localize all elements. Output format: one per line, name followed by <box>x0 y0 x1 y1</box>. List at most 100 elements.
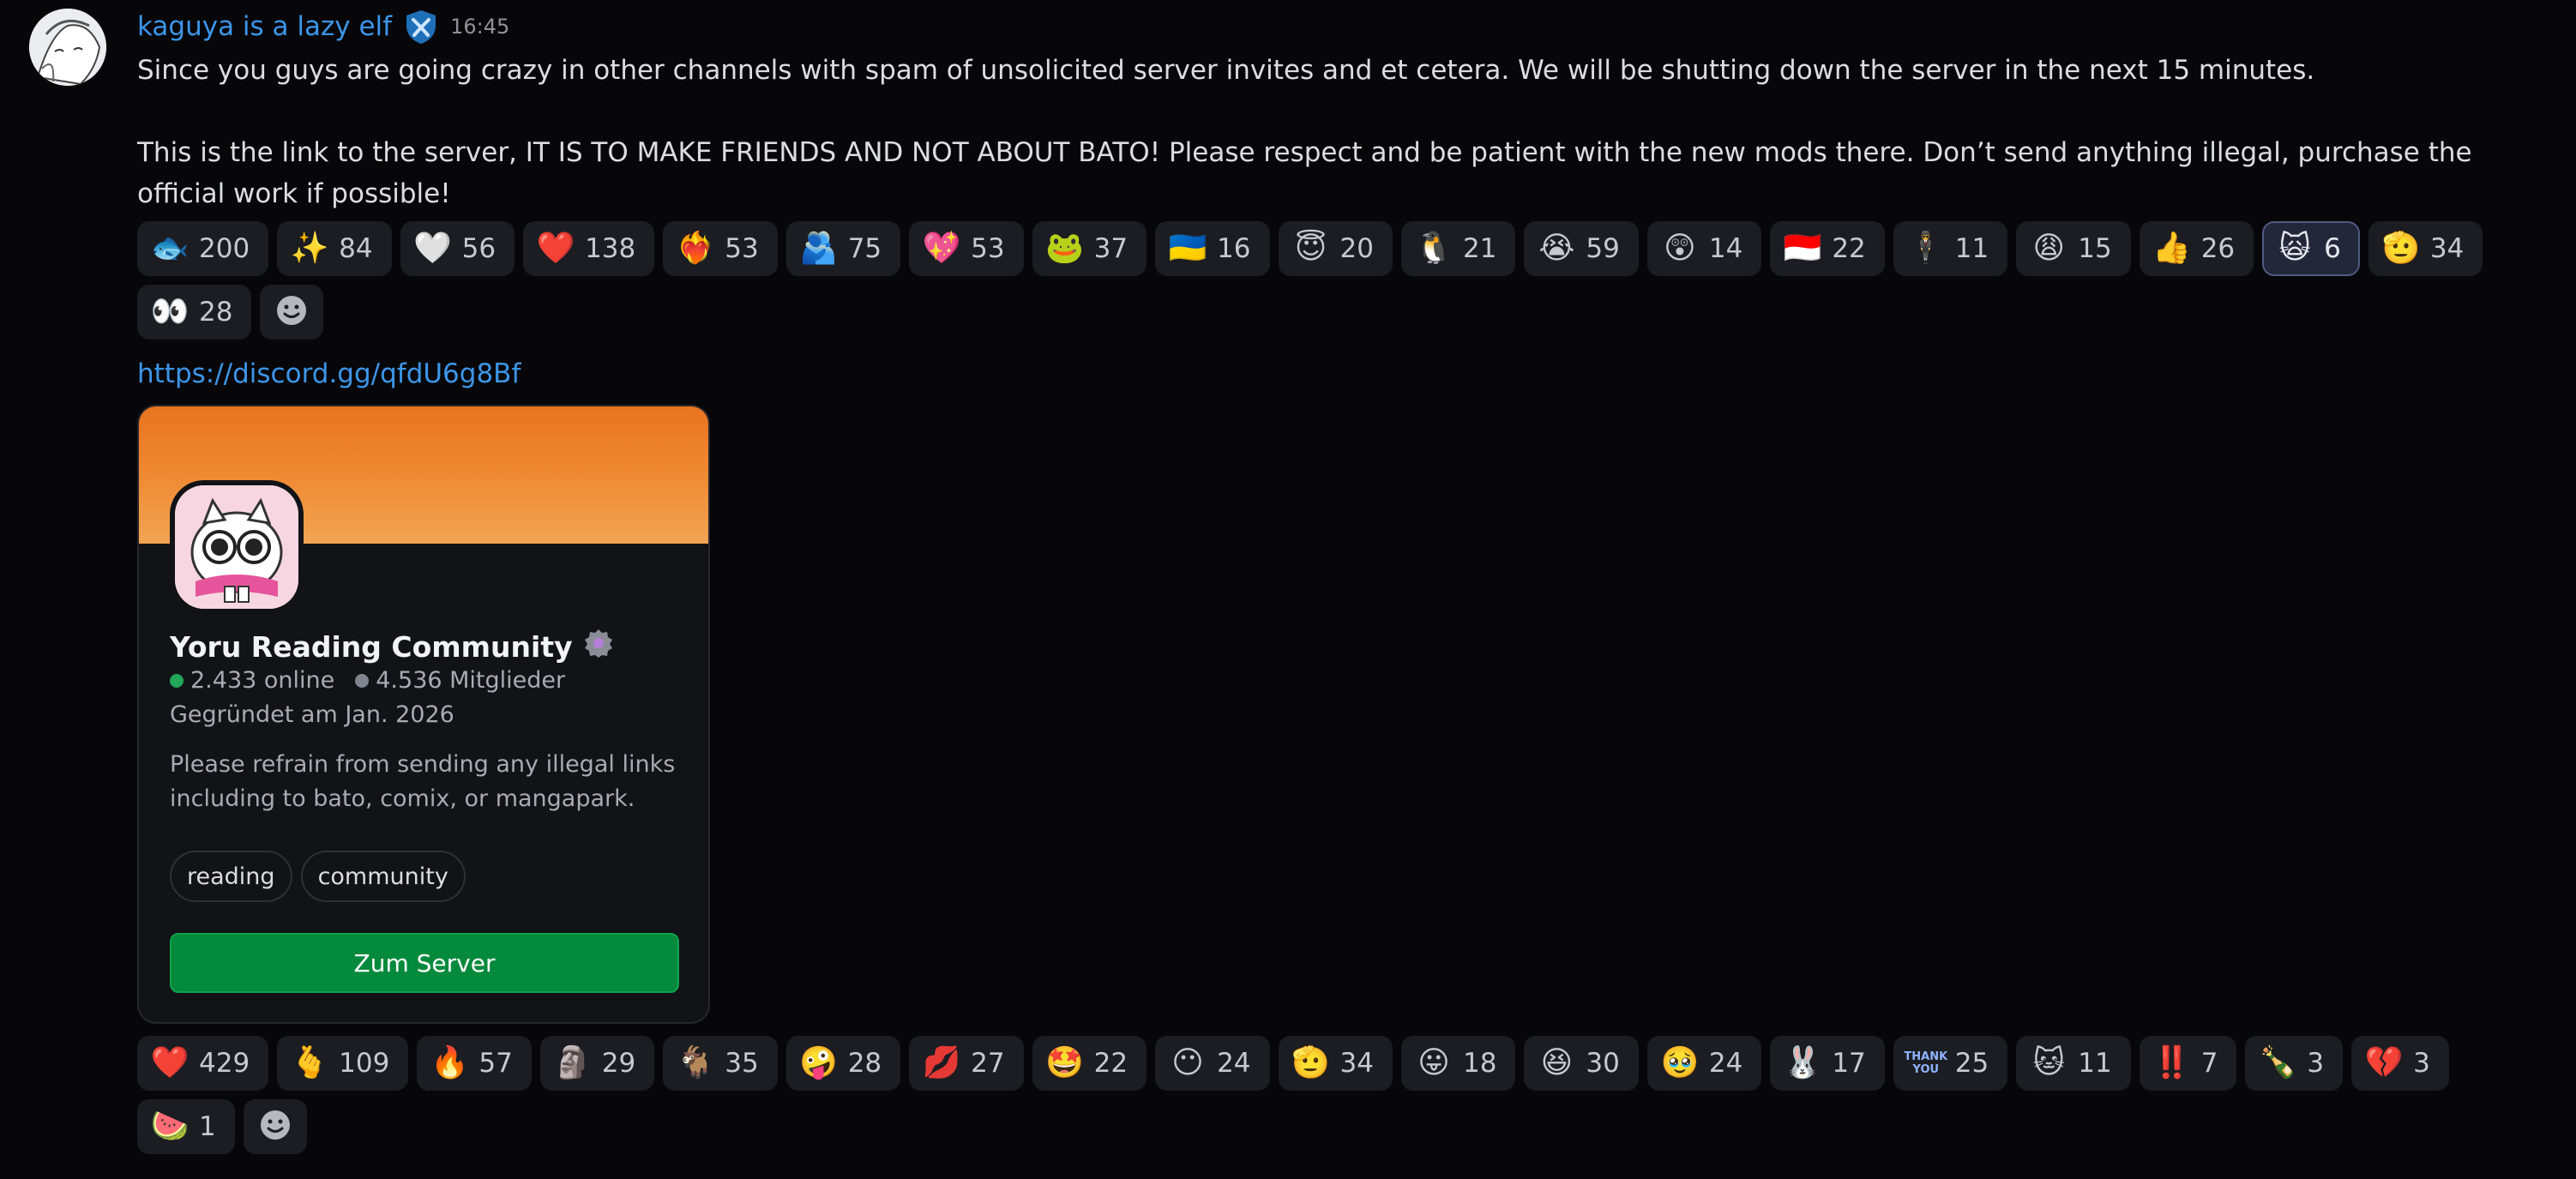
reaction-emoji-icon: 😇 <box>1294 231 1327 266</box>
reaction-button[interactable]: 🍉 1 <box>137 1099 235 1154</box>
reaction-button[interactable]: ❤️ 429 <box>137 1036 269 1091</box>
reaction-emoji-icon: 🐧 <box>1414 231 1454 266</box>
reaction-button[interactable]: 🐧 21 <box>1400 221 1516 276</box>
reaction-emoji-icon: 🙀 <box>2278 231 2311 266</box>
message-line-2: This is the link to the server, IT IS TO… <box>137 137 2472 209</box>
server-icon[interactable] <box>170 480 304 614</box>
reaction-button[interactable]: 🐐 35 <box>663 1036 778 1091</box>
reaction-button[interactable]: 🫡 34 <box>1278 1036 1393 1091</box>
reaction-count: 20 <box>1339 233 1374 264</box>
reaction-button[interactable]: 😶 24 <box>1155 1036 1270 1091</box>
reaction-emoji-icon: 😲 <box>1664 231 1696 266</box>
message-content: Since you guys are going crazy in other … <box>137 50 2487 214</box>
reaction-button[interactable]: 🫰 109 <box>277 1036 409 1091</box>
reaction-emoji-icon: 🐱 <box>2032 1045 2065 1080</box>
reaction-button[interactable]: ✨ 84 <box>277 221 392 276</box>
reaction-button[interactable]: 👀 28 <box>137 285 252 340</box>
reaction-button[interactable]: ❤️‍🔥 53 <box>663 221 778 276</box>
reaction-emoji-icon: 👍 <box>2152 231 2192 266</box>
reaction-button[interactable]: ‼️ 7 <box>2139 1036 2237 1091</box>
reaction-button[interactable]: 🔥 57 <box>417 1036 532 1091</box>
reaction-count: 22 <box>1093 1048 1129 1079</box>
reaction-count: 26 <box>2200 233 2236 264</box>
reaction-count: 200 <box>199 233 250 264</box>
reaction-button[interactable]: 🐱 11 <box>2016 1036 2131 1091</box>
reaction-emoji-icon: 💔 <box>2364 1045 2404 1080</box>
reaction-button[interactable]: 💖 53 <box>909 221 1024 276</box>
server-stats: 2.433 online 4.536 Mitglieder <box>170 667 565 694</box>
reaction-emoji-icon: 🤩 <box>1045 1045 1085 1080</box>
reaction-button[interactable]: 🤪 28 <box>785 1036 901 1091</box>
reaction-button[interactable]: 🤍 56 <box>400 221 515 276</box>
reaction-emoji-icon: 😆 <box>1540 1045 1574 1080</box>
reaction-button[interactable]: 😩 15 <box>2016 221 2131 276</box>
reaction-emoji-icon: 🕴️ <box>1906 231 1946 266</box>
join-server-button[interactable]: Zum Server <box>170 933 679 993</box>
reaction-count: 24 <box>1708 1048 1743 1079</box>
reaction-emoji-icon: 🫂 <box>799 231 839 266</box>
reaction-button[interactable]: 🫂 75 <box>785 221 901 276</box>
reaction-button[interactable]: 🇺🇦 16 <box>1155 221 1270 276</box>
tag-reading[interactable]: reading <box>170 851 292 902</box>
reaction-button[interactable]: 😆 30 <box>1524 1036 1639 1091</box>
reaction-button[interactable]: 💋 27 <box>909 1036 1024 1091</box>
reaction-count: 35 <box>725 1048 759 1079</box>
reaction-button[interactable]: 🐟 200 <box>137 221 269 276</box>
reaction-button[interactable]: 😇 20 <box>1278 221 1393 276</box>
reaction-count: 29 <box>601 1048 636 1079</box>
reaction-button[interactable]: 🫡 34 <box>2368 221 2483 276</box>
reaction-emoji-icon: 😭 <box>1538 231 1575 266</box>
reaction-emoji-icon: ❤️‍🔥 <box>676 231 715 266</box>
reaction-button[interactable]: 👍 26 <box>2139 221 2254 276</box>
reaction-emoji-icon: 🇺🇦 <box>1168 231 1207 266</box>
reaction-button[interactable]: 😭 59 <box>1524 221 1639 276</box>
reaction-button[interactable]: 🥹 24 <box>1646 1036 1762 1091</box>
reaction-emoji-icon: 🍉 <box>150 1109 190 1144</box>
reaction-count: 11 <box>1954 233 1989 264</box>
reaction-button[interactable]: 🐰 17 <box>1770 1036 1885 1091</box>
reaction-emoji-icon: 🐸 <box>1045 231 1085 266</box>
add-reaction-button[interactable] <box>260 285 324 340</box>
smiley-icon <box>274 293 309 331</box>
reaction-count: 109 <box>339 1048 390 1079</box>
hammer-shield-icon[interactable] <box>402 8 440 45</box>
server-name: Yoru Reading Community <box>170 629 573 664</box>
reaction-emoji-icon: 🫰 <box>290 1045 329 1080</box>
reaction-count: 28 <box>199 297 233 328</box>
reaction-count: 53 <box>725 233 759 264</box>
reaction-count: 34 <box>1339 1048 1374 1079</box>
reaction-count: 6 <box>2324 233 2341 264</box>
username[interactable]: kaguya is a lazy elf <box>137 11 392 42</box>
reaction-emoji-icon: 🗿 <box>553 1045 593 1080</box>
reaction-button[interactable]: 😲 14 <box>1646 221 1762 276</box>
reaction-button[interactable]: 😛 18 <box>1400 1036 1516 1091</box>
reaction-button[interactable]: 🗿 29 <box>539 1036 655 1091</box>
reaction-emoji-icon: 😛 <box>1417 1045 1450 1080</box>
reaction-button[interactable]: 💔 3 <box>2351 1036 2449 1091</box>
reaction-button[interactable]: 🐸 37 <box>1032 221 1147 276</box>
reaction-button[interactable]: 🍾 3 <box>2245 1036 2344 1091</box>
reaction-emoji-icon: 🫡 <box>2381 231 2421 266</box>
reaction-button[interactable]: THANK YOU 25 <box>1893 1036 2008 1091</box>
reaction-button[interactable]: 🙀 6 <box>2262 221 2360 276</box>
reaction-button[interactable]: ❤️ 138 <box>523 221 655 276</box>
reaction-emoji-icon: 🤪 <box>799 1045 839 1080</box>
reaction-count: 429 <box>199 1048 250 1079</box>
reaction-emoji-icon: 👀 <box>150 294 190 329</box>
reaction-emoji-icon: 🐐 <box>676 1045 715 1080</box>
user-avatar[interactable] <box>29 9 106 86</box>
invite-link[interactable]: https://discord.gg/qfdU6g8Bf <box>137 358 521 389</box>
add-reaction-button[interactable] <box>243 1099 307 1154</box>
reaction-count: 18 <box>1462 1048 1497 1079</box>
tag-community[interactable]: community <box>300 851 466 902</box>
reaction-count: 27 <box>971 1048 1005 1079</box>
message-header: kaguya is a lazy elf 16:45 <box>137 7 509 46</box>
reaction-button[interactable]: 🤩 22 <box>1032 1036 1147 1091</box>
reaction-count: 37 <box>1093 233 1129 264</box>
reaction-button[interactable]: 🇮🇩 22 <box>1770 221 1885 276</box>
reaction-count: 56 <box>461 233 497 264</box>
reaction-button[interactable]: 🕴️ 11 <box>1893 221 2008 276</box>
reaction-emoji-icon: 🍾 <box>2259 1045 2297 1080</box>
reactions-top: 🐟 200 ✨ 84 🤍 56 ❤️ 138 ❤️‍🔥 53 🫂 75 💖 53 🐸 37 🇺🇦 16 😇 20 🐧 21… <box>137 221 2504 340</box>
reaction-emoji-icon: 💖 <box>922 231 961 266</box>
